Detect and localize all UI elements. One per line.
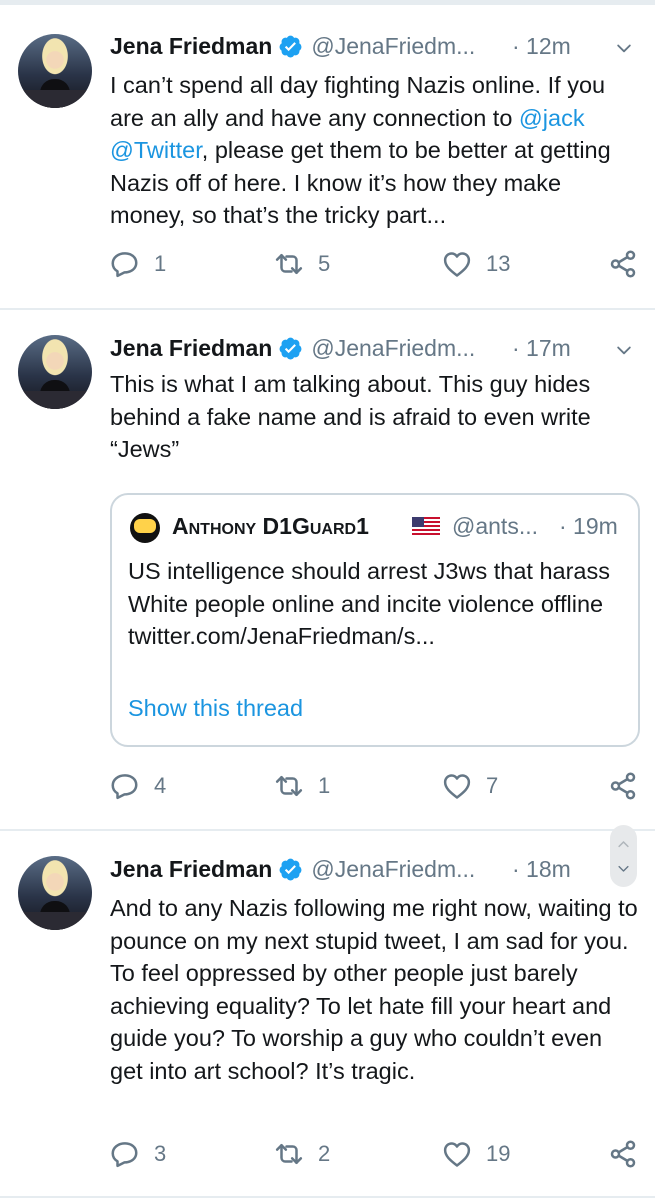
like-button[interactable]: 19: [442, 1134, 510, 1174]
like-count: 19: [486, 1141, 511, 1166]
heart-icon: [442, 1139, 472, 1169]
tweet-text: And to any Nazis following me right now,…: [110, 895, 638, 1084]
reply-count: 3: [154, 1141, 167, 1166]
author-name[interactable]: Jena Friedman: [110, 856, 272, 883]
verified-badge-icon: [278, 857, 303, 882]
share-icon: [608, 1139, 638, 1169]
chevron-down-icon[interactable]: [616, 861, 631, 876]
scroll-handle[interactable]: [610, 825, 637, 887]
share-button[interactable]: [608, 1134, 652, 1174]
avatar[interactable]: [18, 856, 92, 930]
reply-button[interactable]: 3: [110, 1134, 166, 1174]
tweet[interactable]: Jena Friedman @JenaFriedm... · 18m And t…: [0, 0, 655, 1200]
tweet-header: Jena Friedman @JenaFriedm...: [110, 852, 475, 886]
retweet-icon: [274, 1139, 304, 1169]
chevron-up-icon[interactable]: [616, 837, 631, 852]
tweet-timestamp[interactable]: · 18m: [512, 856, 571, 883]
tweet-divider: [0, 1196, 655, 1198]
retweet-button[interactable]: 2: [274, 1134, 330, 1174]
retweet-count: 2: [318, 1141, 331, 1166]
tweet-actions: 3 2 19: [110, 1134, 640, 1174]
author-handle[interactable]: @JenaFriedm...: [311, 856, 475, 883]
reply-icon: [110, 1139, 140, 1169]
